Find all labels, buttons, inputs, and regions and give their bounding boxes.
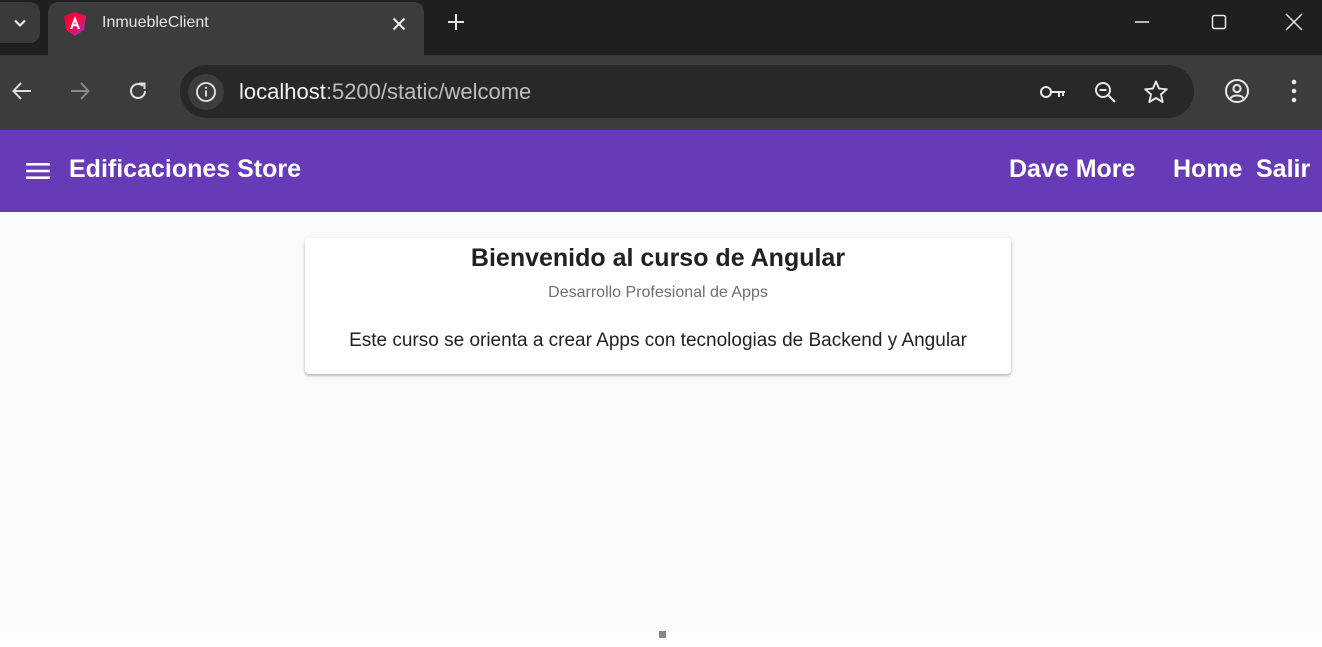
tab-close-button[interactable] [386, 11, 412, 37]
site-info-button[interactable] [188, 74, 224, 110]
more-vert-icon [1291, 79, 1297, 103]
url-host: localhost [239, 79, 326, 104]
minimize-button[interactable] [1119, 4, 1165, 40]
home-link[interactable]: Home [1173, 155, 1242, 184]
url-text[interactable]: localhost:5200/static/welcome [239, 79, 531, 105]
user-name-link[interactable]: Dave More [1009, 155, 1135, 184]
new-tab-button[interactable] [441, 7, 471, 37]
close-icon [1285, 13, 1303, 31]
tab-list-button[interactable] [0, 2, 40, 43]
reload-button[interactable] [120, 73, 156, 109]
app-brand-title[interactable]: Edificaciones Store [69, 155, 301, 184]
plus-icon [448, 14, 464, 30]
main-content: Bienvenido al curso de Angular Desarroll… [0, 212, 1322, 633]
key-icon [1040, 86, 1065, 98]
back-button[interactable] [4, 73, 40, 109]
logout-link[interactable]: Salir [1256, 155, 1310, 184]
maximize-button[interactable] [1196, 4, 1242, 40]
zoom-button[interactable] [1090, 77, 1120, 107]
star-icon [1144, 80, 1168, 103]
window-close-button[interactable] [1271, 4, 1317, 40]
resize-handle[interactable] [659, 631, 666, 638]
browser-menu-button[interactable] [1277, 74, 1311, 108]
arrow-left-icon [12, 82, 31, 100]
welcome-card: Bienvenido al curso de Angular Desarroll… [305, 238, 1011, 374]
minimize-icon [1135, 21, 1149, 23]
maximize-icon [1211, 14, 1227, 30]
info-icon [196, 82, 216, 102]
zoom-out-icon [1095, 82, 1116, 103]
url-path: :5200/static/welcome [325, 79, 532, 104]
profile-button[interactable] [1220, 74, 1254, 108]
arrow-right-icon [71, 82, 90, 100]
address-bar[interactable]: localhost:5200/static/welcome [180, 65, 1194, 118]
reload-icon [130, 82, 146, 99]
browser-tab-active[interactable]: InmuebleClient [48, 2, 424, 55]
tab-title: InmuebleClient [102, 14, 209, 31]
menu-button[interactable] [22, 156, 54, 186]
browser-tabstrip: InmuebleClient [0, 0, 1322, 55]
angular-logo-icon [64, 12, 86, 36]
account-icon [1225, 79, 1249, 103]
card-subtitle: Desarrollo Profesional de Apps [548, 284, 768, 301]
app-toolbar: Edificaciones Store Dave More Home Salir [0, 130, 1322, 212]
browser-toolbar: localhost:5200/static/welcome [0, 55, 1322, 130]
chevron-down-icon [14, 19, 26, 27]
forward-button[interactable] [62, 73, 98, 109]
bookmark-button[interactable] [1141, 77, 1171, 107]
card-body-text: Este curso se orienta a crear Apps con t… [349, 330, 967, 351]
card-title: Bienvenido al curso de Angular [470, 244, 846, 272]
password-manager-button[interactable] [1038, 77, 1068, 107]
close-icon [392, 17, 406, 31]
hamburger-menu-icon [26, 163, 50, 179]
